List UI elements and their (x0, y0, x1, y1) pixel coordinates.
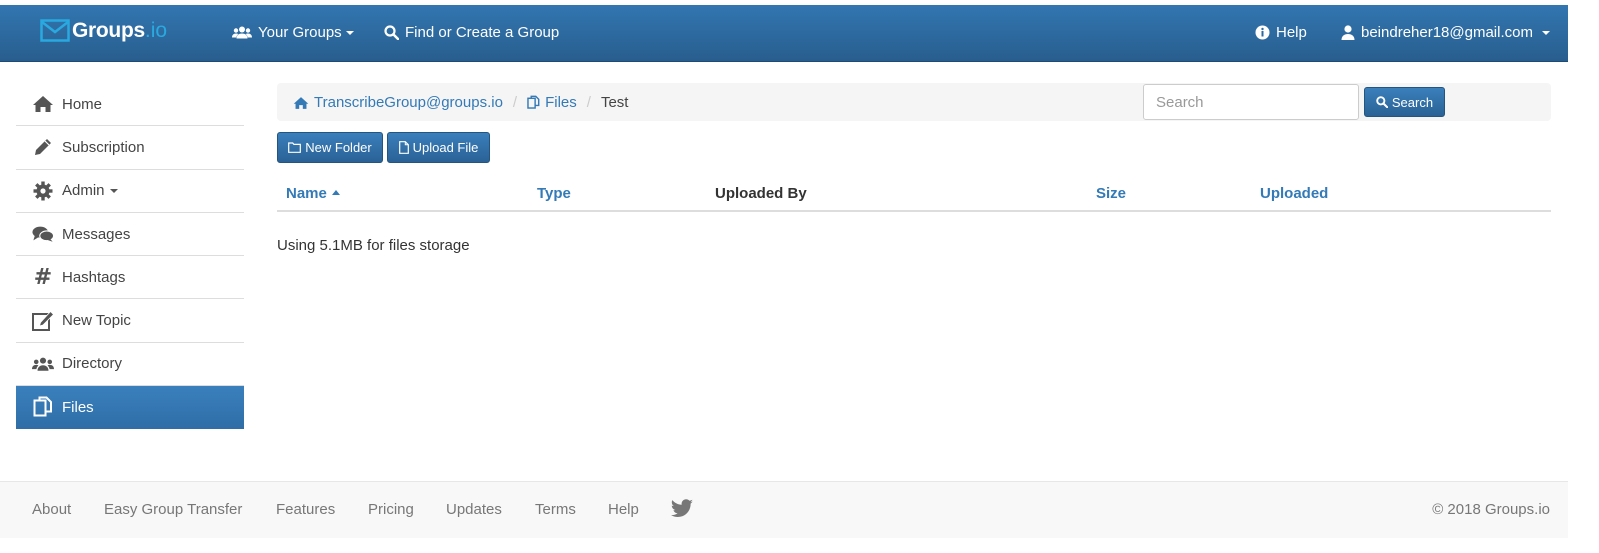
breadcrumb-group-link[interactable]: TranscribeGroup@groups.io (293, 94, 503, 111)
storage-usage-text: Using 5.1MB for files storage (277, 237, 470, 254)
help-label: Help (1276, 24, 1307, 41)
hashtag-icon: # (33, 264, 53, 290)
new-folder-label: New Folder (305, 140, 372, 155)
brand-suffix: .io (144, 19, 168, 42)
folder-icon (288, 142, 302, 153)
column-header-uploaded[interactable]: Uploaded (1260, 185, 1328, 202)
footer-link-about[interactable]: About (32, 501, 71, 518)
user-icon (1341, 25, 1355, 40)
column-header-label: Type (537, 185, 571, 202)
breadcrumb-current: Test (600, 94, 629, 111)
sidebar-item-label: Directory (62, 355, 123, 373)
help-link[interactable]: Help (1255, 24, 1307, 41)
files-table-header: Name Type Uploaded By Size Uploaded (277, 180, 1551, 212)
breadcrumb-separator: / (586, 94, 591, 111)
sidebar-item-label: Messages (62, 225, 131, 243)
brand-logo[interactable]: Groups .io (40, 19, 167, 43)
column-header-name[interactable]: Name (286, 185, 340, 202)
user-email: beindreher18@gmail.com (1361, 24, 1533, 41)
breadcrumb-bar: TranscribeGroup@groups.io / Files / Test… (277, 83, 1551, 121)
search-button-label: Search (1391, 94, 1434, 110)
sidebar-item-label: Hashtags (62, 268, 126, 286)
sort-ascending-icon (331, 189, 340, 195)
home-icon (293, 96, 309, 109)
your-groups-label: Your Groups (258, 24, 342, 41)
your-groups-dropdown[interactable]: Your Groups (232, 24, 354, 41)
page-right-margin (1568, 0, 1599, 553)
copyright-text: © 2018 Groups.io (1432, 501, 1550, 518)
brand-name: Groups (72, 19, 145, 42)
sidebar-item-label: Files (62, 398, 94, 416)
sidebar-item-label: Home (62, 95, 103, 113)
column-header-uploaded-by: Uploaded By (715, 185, 807, 202)
search-icon (1376, 96, 1388, 108)
sidebar-item-new-topic[interactable]: New Topic (16, 299, 244, 343)
gear-icon (32, 181, 54, 201)
new-folder-button[interactable]: New Folder (277, 132, 383, 163)
upload-file-button[interactable]: Upload File (387, 132, 490, 163)
search-input[interactable] (1143, 84, 1359, 120)
find-create-label: Find or Create a Group (405, 24, 560, 41)
files-icon (527, 95, 540, 109)
find-create-group-link[interactable]: Find or Create a Group (384, 24, 559, 41)
sidebar-item-directory[interactable]: Directory (16, 343, 244, 387)
footer-link-features[interactable]: Features (276, 501, 335, 518)
search-button[interactable]: Search (1364, 87, 1445, 117)
column-header-label: Size (1096, 185, 1127, 202)
column-header-label: Name (286, 185, 327, 202)
sidebar-item-messages[interactable]: Messages (16, 213, 244, 257)
column-header-size[interactable]: Size (1096, 185, 1126, 202)
info-icon (1255, 25, 1270, 40)
breadcrumb-files-link[interactable]: Files (527, 94, 577, 111)
breadcrumb-group-label: TranscribeGroup@groups.io (314, 94, 503, 111)
footer-link-help[interactable]: Help (608, 501, 639, 518)
column-header-type[interactable]: Type (537, 185, 571, 202)
twitter-icon[interactable] (670, 499, 694, 523)
sidebar-item-admin[interactable]: Admin (16, 170, 244, 213)
breadcrumb-separator: / (512, 94, 518, 111)
sidebar-item-label: New Topic (62, 312, 131, 330)
sidebar-item-files[interactable]: Files (16, 386, 244, 430)
sidebar-item-subscription[interactable]: Subscription (16, 126, 244, 170)
footer-link-updates[interactable]: Updates (446, 501, 502, 518)
chevron-down-icon (109, 188, 118, 193)
chat-icon (32, 225, 54, 243)
footer-link-terms[interactable]: Terms (535, 501, 576, 518)
breadcrumb-files-label: Files (545, 94, 577, 111)
sidebar-item-hashtags[interactable]: # Hashtags (16, 256, 244, 300)
pencil-icon (32, 137, 54, 157)
footer-link-pricing[interactable]: Pricing (368, 501, 414, 518)
sidebar-item-label: Subscription (62, 138, 145, 156)
file-icon (398, 141, 409, 154)
column-header-label: Uploaded By (715, 185, 807, 202)
edit-icon (32, 310, 54, 331)
home-icon (32, 95, 54, 113)
sidebar-item-home[interactable]: Home (16, 83, 244, 127)
column-header-label: Uploaded (1260, 185, 1329, 202)
user-account-dropdown[interactable]: beindreher18@gmail.com (1341, 24, 1550, 41)
users-icon (32, 356, 54, 372)
sidebar-item-label: Admin (62, 182, 105, 200)
upload-file-label: Upload File (412, 140, 479, 155)
chevron-down-icon (1541, 30, 1550, 35)
users-icon (232, 26, 252, 39)
envelope-logo-icon (40, 19, 70, 42)
breadcrumb: TranscribeGroup@groups.io / Files / Test (293, 94, 628, 111)
files-icon (32, 396, 54, 418)
chevron-down-icon (345, 30, 354, 35)
search-icon (384, 25, 399, 40)
footer-link-easy-group-transfer[interactable]: Easy Group Transfer (104, 501, 242, 518)
top-navbar: Groups .io Your Groups Find or Create a G… (0, 5, 1568, 62)
sidebar-nav: Home Subscription Admin Messages # Hasht… (16, 83, 244, 430)
footer: About Easy Group Transfer Features Prici… (0, 481, 1568, 538)
